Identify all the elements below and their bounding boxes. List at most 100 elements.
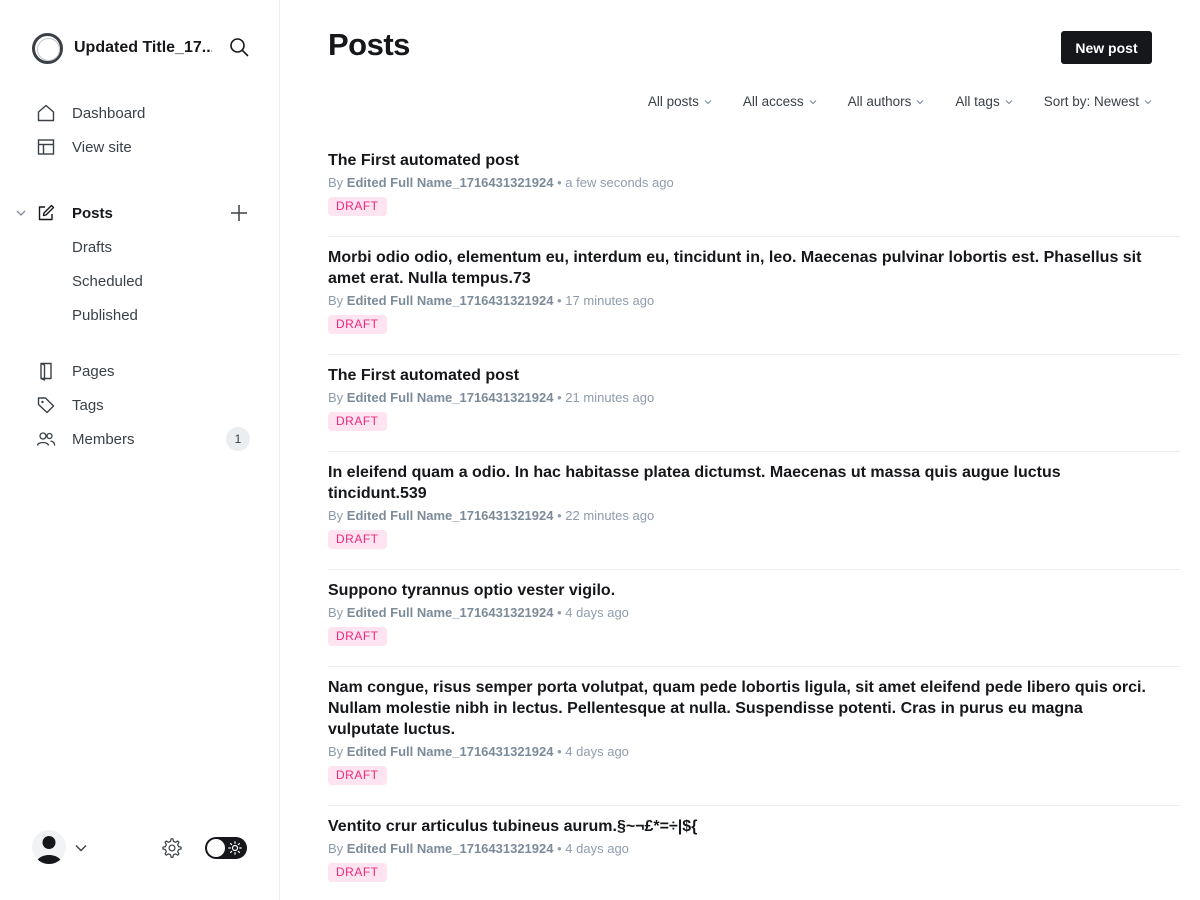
meta-separator: •: [557, 605, 562, 620]
nav-scheduled[interactable]: Scheduled: [72, 269, 143, 293]
post-title[interactable]: Morbi odio odio, elementum eu, interdum …: [328, 247, 1180, 289]
post-by: By: [328, 508, 344, 523]
plus-icon[interactable]: [228, 202, 250, 224]
status-badge: DRAFT: [328, 412, 387, 431]
site-title[interactable]: Updated Title_17...: [74, 39, 212, 57]
nav-pages[interactable]: Pages: [36, 359, 115, 383]
post-list-item[interactable]: Ventito crur articulus tubineus aurum.§~…: [328, 806, 1180, 900]
filter-all-tags[interactable]: All tags: [955, 94, 1013, 109]
user-icon: [36, 836, 62, 864]
main-content: Posts New post All posts All access All …: [280, 0, 1200, 900]
status-badge: DRAFT: [328, 863, 387, 882]
post-meta: By Edited Full Name_1716431321924 • 4 da…: [328, 604, 1180, 622]
post-title[interactable]: The First automated post: [328, 365, 1180, 386]
nav-published[interactable]: Published: [72, 303, 138, 327]
post-meta: By Edited Full Name_1716431321924 • 21 m…: [328, 389, 1180, 407]
search-icon[interactable]: [228, 36, 250, 58]
post-time: 22 minutes ago: [565, 508, 655, 523]
post-title[interactable]: Ventito crur articulus tubineus aurum.§~…: [328, 816, 1180, 837]
nav-view-site-label: View site: [72, 138, 132, 156]
gear-icon[interactable]: [161, 837, 183, 859]
status-badge: DRAFT: [328, 315, 387, 334]
post-title[interactable]: Suppono tyrannus optio vester vigilo.: [328, 580, 1180, 601]
post-list-item[interactable]: The First automated post By Edited Full …: [328, 140, 1180, 237]
edit-icon: [36, 203, 56, 223]
post-meta: By Edited Full Name_1716431321924 • 4 da…: [328, 840, 1180, 858]
post-title[interactable]: Nam congue, risus semper porta volutpat,…: [328, 677, 1180, 740]
meta-separator: •: [557, 390, 562, 405]
tag-icon: [36, 395, 56, 415]
site-header: Updated Title_17...: [32, 32, 250, 64]
filter-label: All authors: [847, 94, 912, 109]
post-by: By: [328, 293, 344, 308]
chevron-down-icon[interactable]: [74, 841, 88, 855]
post-list-item[interactable]: The First automated post By Edited Full …: [328, 355, 1180, 452]
home-icon: [36, 103, 56, 123]
post-meta: By Edited Full Name_1716431321924 • 17 m…: [328, 292, 1180, 310]
toggle-knob: [207, 839, 225, 857]
nav-pages-label: Pages: [72, 362, 115, 380]
post-title[interactable]: In eleifend quam a odio. In hac habitass…: [328, 462, 1180, 504]
page-title: Posts: [328, 27, 410, 62]
post-meta: By Edited Full Name_1716431321924 • 22 m…: [328, 507, 1180, 525]
nav-members-label: Members: [72, 430, 135, 448]
post-author: Edited Full Name_1716431321924: [346, 390, 554, 405]
nav-posts[interactable]: Posts: [36, 201, 113, 225]
post-author: Edited Full Name_1716431321924: [346, 293, 554, 308]
nav-posts-label: Posts: [72, 204, 113, 222]
filter-sort-by[interactable]: Sort by: Newest: [1044, 94, 1152, 109]
post-by: By: [328, 605, 344, 620]
filter-all-posts[interactable]: All posts: [648, 94, 712, 109]
site-logo[interactable]: [32, 32, 63, 64]
post-author: Edited Full Name_1716431321924: [346, 744, 554, 759]
post-meta: By Edited Full Name_1716431321924 • a fe…: [328, 174, 1180, 192]
chevron-down-icon: [809, 99, 817, 104]
post-time: a few seconds ago: [565, 175, 674, 190]
meta-separator: •: [557, 841, 562, 856]
post-time: 4 days ago: [565, 841, 629, 856]
meta-separator: •: [557, 508, 562, 523]
nav-members[interactable]: Members: [36, 427, 135, 451]
post-time: 4 days ago: [565, 605, 629, 620]
filter-bar: All posts All access All authors All tag…: [648, 94, 1152, 109]
nav-tags[interactable]: Tags: [36, 393, 104, 417]
chevron-down-icon[interactable]: [14, 206, 28, 220]
post-list-item[interactable]: Morbi odio odio, elementum eu, interdum …: [328, 237, 1180, 355]
meta-separator: •: [557, 175, 562, 190]
sidebar-footer: [32, 830, 250, 866]
page-icon: [36, 361, 56, 381]
meta-separator: •: [557, 293, 562, 308]
status-badge: DRAFT: [328, 530, 387, 549]
theme-toggle[interactable]: [205, 837, 247, 859]
post-by: By: [328, 744, 344, 759]
layout-icon: [36, 137, 56, 157]
posts-list: The First automated post By Edited Full …: [328, 140, 1180, 900]
filter-label: Sort by: Newest: [1043, 94, 1139, 109]
chevron-down-icon: [704, 99, 712, 104]
post-list-item[interactable]: In eleifend quam a odio. In hac habitass…: [328, 452, 1180, 570]
filter-label: All posts: [647, 94, 699, 109]
chevron-down-icon: [1005, 99, 1013, 104]
post-time: 21 minutes ago: [565, 390, 655, 405]
avatar[interactable]: [32, 830, 66, 864]
post-by: By: [328, 175, 344, 190]
members-icon: [36, 429, 56, 449]
filter-all-access[interactable]: All access: [743, 94, 817, 109]
post-author: Edited Full Name_1716431321924: [346, 605, 554, 620]
post-title[interactable]: The First automated post: [328, 150, 1180, 171]
new-post-button[interactable]: New post: [1061, 31, 1152, 64]
post-list-item[interactable]: Nam congue, risus semper porta volutpat,…: [328, 667, 1180, 806]
nav-view-site[interactable]: View site: [36, 135, 132, 159]
sun-icon: [228, 841, 242, 855]
filter-all-authors[interactable]: All authors: [848, 94, 925, 109]
post-meta: By Edited Full Name_1716431321924 • 4 da…: [328, 743, 1180, 761]
post-list-item[interactable]: Suppono tyrannus optio vester vigilo. By…: [328, 570, 1180, 667]
chevron-down-icon: [917, 99, 924, 104]
nav-dashboard[interactable]: Dashboard: [36, 101, 145, 125]
meta-separator: •: [557, 744, 562, 759]
filter-label: All access: [742, 94, 804, 109]
nav-drafts[interactable]: Drafts: [72, 235, 112, 259]
post-by: By: [328, 390, 344, 405]
post-time: 4 days ago: [565, 744, 629, 759]
sidebar: Updated Title_17... Dashboard View site …: [0, 0, 280, 900]
